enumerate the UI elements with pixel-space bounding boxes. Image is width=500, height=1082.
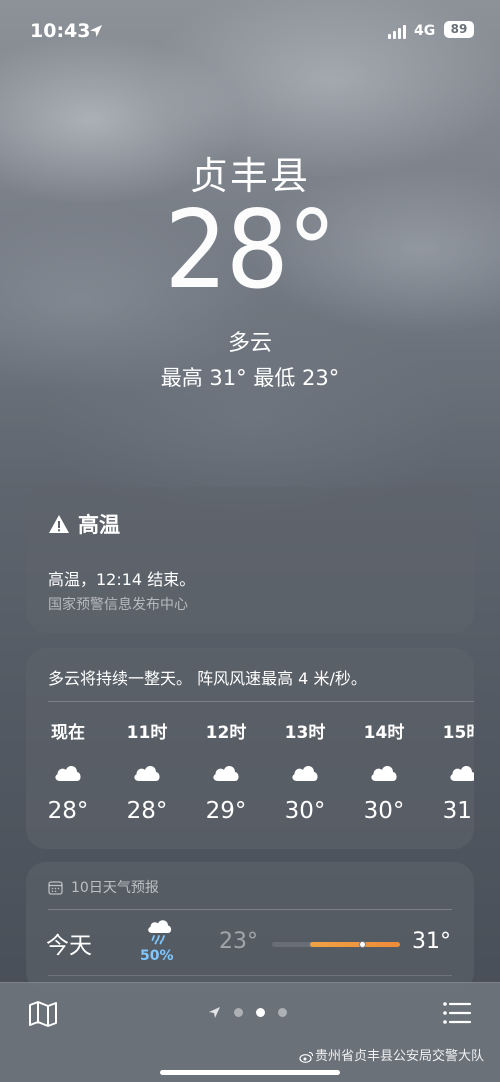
hour-label: 13时 — [284, 723, 326, 743]
temperature-range-fill — [310, 942, 400, 947]
hour-label: 12时 — [205, 723, 247, 743]
status-time: 10:43 — [30, 20, 91, 42]
current-temperature: 28° — [164, 188, 337, 313]
hour-label: 15时 — [442, 723, 474, 743]
status-bar: 10:43 4G 89 — [0, 0, 500, 62]
home-indicator — [160, 1070, 340, 1075]
page-indicator[interactable] — [208, 1006, 287, 1019]
day-low-temp: 23° — [219, 929, 258, 954]
weather-condition: 多云 — [227, 331, 272, 356]
cloud-icon — [450, 766, 474, 781]
hour-temp: 29° — [205, 798, 247, 824]
hourly-item: 11时 28° — [117, 718, 177, 824]
cloud-icon — [292, 766, 318, 781]
cloud-icon — [134, 766, 160, 781]
cloud-icon — [213, 766, 239, 781]
calendar-icon — [48, 880, 63, 895]
hourly-item: 14时 30° — [354, 718, 414, 824]
hour-label: 11时 — [126, 723, 168, 743]
daily-forecast-card[interactable]: 10日天气预报 今天 50% 23° 31° — [26, 862, 474, 992]
watermark-text: 贵州省贞丰县公安局交警大队 — [315, 1049, 485, 1064]
list-icon[interactable] — [442, 1000, 472, 1026]
hour-label: 14时 — [363, 723, 405, 743]
alert-body: 高温，12:14 结束。 — [48, 570, 196, 589]
page-dot-active — [256, 1008, 265, 1017]
hour-label: 现在 — [51, 723, 85, 743]
hour-temp: 31° — [442, 798, 474, 824]
map-icon[interactable] — [28, 1000, 58, 1028]
weather-alert-card[interactable]: 高温 高温，12:14 结束。 国家预警信息发布中心 — [26, 487, 474, 633]
hourly-item: 13时 30° — [275, 718, 335, 824]
hourly-item: 现在 28° — [38, 718, 98, 824]
cloud-icon — [55, 766, 81, 781]
hourly-forecast-card[interactable]: 多云将持续一整天。 阵风风速最高 4 米/秒。 现在 28° 11时 28° 1… — [26, 648, 474, 849]
divider — [48, 975, 452, 976]
daily-header-label: 10日天气预报 — [71, 880, 159, 896]
divider — [48, 701, 474, 702]
precip-chance: 50% — [140, 948, 174, 964]
hour-temp: 30° — [363, 798, 405, 824]
day-high-temp: 31° — [412, 929, 451, 954]
cloud-rain-icon — [148, 920, 172, 945]
weibo-logo-icon — [299, 1051, 314, 1063]
page-dot — [234, 1008, 243, 1017]
hour-temp: 28° — [126, 798, 168, 824]
daily-header: 10日天气预报 — [48, 877, 159, 897]
page-dot — [278, 1008, 287, 1017]
bottom-toolbar: 贵州省贞丰县公安局交警大队 — [0, 982, 500, 1082]
alert-title: 高温 — [78, 513, 120, 537]
location-arrow-icon — [90, 25, 102, 37]
warning-icon — [49, 515, 69, 533]
hour-temp: 30° — [284, 798, 326, 824]
network-type: 4G — [414, 23, 436, 39]
cellular-signal-icon — [388, 25, 406, 39]
daily-row[interactable]: 今天 50% 23° 31° — [26, 909, 474, 975]
day-name: 今天 — [46, 933, 92, 959]
temperature-range-bar — [272, 941, 400, 948]
high-low-temperature: 最高 31° 最低 23° — [160, 366, 340, 390]
alert-title-row: 高温 — [48, 509, 120, 539]
cloud-icon — [371, 766, 397, 781]
battery-icon: 89 — [444, 21, 474, 38]
location-arrow-icon — [209, 1007, 220, 1018]
watermark: 贵州省贞丰县公安局交警大队 — [299, 1045, 484, 1064]
hourly-item: 15时 31° — [433, 718, 474, 824]
hourly-summary: 多云将持续一整天。 阵风风速最高 4 米/秒。 — [48, 669, 367, 688]
alert-source: 国家预警信息发布中心 — [48, 597, 188, 613]
hour-temp: 28° — [47, 798, 89, 824]
hourly-item: 12时 29° — [196, 718, 256, 824]
